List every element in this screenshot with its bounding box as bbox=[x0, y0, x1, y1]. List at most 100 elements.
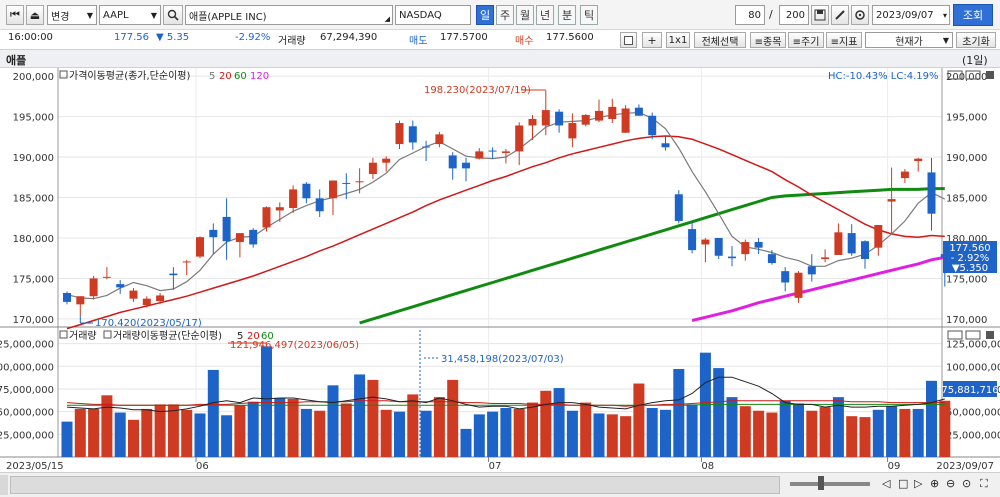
candle-body bbox=[382, 158, 391, 163]
stock-chart[interactable]: 170,000 170,000175,000 175,000180,000 180,0… bbox=[0, 68, 1000, 472]
tab-yearly[interactable]: 년 bbox=[536, 5, 554, 25]
zoom-slider-handle[interactable] bbox=[818, 476, 824, 490]
tab-tick[interactable]: 틱 bbox=[580, 5, 598, 25]
lookup-button[interactable]: 조회 bbox=[953, 4, 993, 26]
candle-body bbox=[674, 194, 683, 221]
volume-bar bbox=[912, 408, 924, 457]
chevron-down-icon: ▼ bbox=[150, 10, 157, 20]
volume-bar bbox=[580, 402, 592, 457]
tab-monthly[interactable]: 월 bbox=[516, 5, 534, 25]
stock-name-value: 애플(APPLE INC) bbox=[189, 11, 267, 23]
volume-bar bbox=[128, 419, 139, 457]
volume-bar bbox=[753, 410, 765, 457]
volume-bar bbox=[487, 411, 499, 457]
volume-bar bbox=[713, 368, 725, 457]
price-tick-right: 175,000 bbox=[946, 274, 987, 285]
tab-weekly[interactable]: 주 bbox=[496, 5, 514, 25]
mode-select[interactable]: 변경 ▼ bbox=[47, 5, 97, 25]
last-price-change: ▼5.350 bbox=[952, 263, 988, 274]
stock-name-field[interactable]: 애플(APPLE INC) ◢ bbox=[185, 5, 393, 25]
candle-body bbox=[581, 114, 590, 125]
candle-body bbox=[781, 271, 790, 283]
volume-bar bbox=[367, 379, 379, 457]
zoom-out-icon[interactable]: ⊖ bbox=[946, 477, 955, 490]
eject-icon[interactable]: ⏏ bbox=[26, 5, 44, 25]
candle-body bbox=[568, 123, 577, 139]
price-tick-left: 175,000 bbox=[13, 274, 54, 285]
zoom-slider[interactable] bbox=[790, 482, 870, 486]
volume-bar bbox=[527, 402, 538, 457]
volume-bar bbox=[846, 416, 858, 457]
search-button[interactable] bbox=[163, 5, 183, 25]
fullscreen-icon[interactable]: ⛶ bbox=[980, 477, 988, 491]
zoom-in-button[interactable]: + bbox=[642, 32, 662, 48]
volume-bar bbox=[766, 412, 778, 457]
volume-tick-left: 125,000,000 bbox=[0, 340, 54, 351]
candle-body bbox=[355, 181, 364, 183]
candle-body bbox=[501, 151, 510, 153]
price-type-select[interactable]: 현재가 ▼ bbox=[865, 32, 953, 48]
volume-bar bbox=[673, 369, 685, 457]
volume-bar bbox=[606, 414, 618, 457]
quote-time: 16:00:00 bbox=[8, 32, 53, 43]
chart-scrollbar[interactable]: ◁ □ ▷ ⊕ ⊖ ⊙ ⛶ bbox=[0, 472, 1000, 497]
next-icon[interactable]: ▷ bbox=[914, 477, 922, 490]
candle-body bbox=[342, 182, 351, 184]
x-tick-label: 2023/09/07 bbox=[936, 461, 994, 472]
candle-body bbox=[275, 207, 284, 211]
count-input[interactable]: 80 bbox=[735, 5, 765, 25]
cursor-volume-label: 31,458,198(2023/07/03) bbox=[441, 354, 564, 365]
item-menu-button[interactable]: ≡종목 bbox=[750, 32, 786, 48]
ratio-button[interactable]: 1x1 bbox=[666, 32, 690, 48]
tab-daily[interactable]: 일 bbox=[476, 5, 494, 25]
volume-tick-left: 75,000,000 bbox=[0, 385, 54, 396]
candle-body bbox=[408, 126, 417, 143]
volume-bar bbox=[141, 408, 153, 457]
volume-bar bbox=[88, 408, 100, 457]
zoom-fit-icon[interactable]: ⊙ bbox=[962, 477, 971, 490]
volume-bar bbox=[793, 403, 804, 457]
save-button[interactable] bbox=[811, 5, 829, 25]
candle-body bbox=[794, 272, 803, 298]
volume-tick-left: 100,000,000 bbox=[0, 362, 54, 373]
candle-body bbox=[462, 162, 470, 169]
candle-body bbox=[821, 257, 830, 260]
symbol-input[interactable]: AAPL ▼ bbox=[99, 5, 161, 25]
price-tick-left: 195,000 bbox=[13, 113, 54, 124]
period-menu-button[interactable]: ≡주기 bbox=[788, 32, 824, 48]
total-input[interactable]: 200 bbox=[779, 5, 809, 25]
price-type-value: 현재가 bbox=[895, 36, 923, 48]
price-tick-right: 170,000 bbox=[946, 315, 987, 326]
volume-bar bbox=[314, 410, 326, 457]
volume-bar bbox=[660, 409, 671, 457]
volume-tick-right: 50,000,000 bbox=[946, 408, 1000, 419]
date-value: 2023/09/07 bbox=[876, 9, 934, 21]
volume-bar bbox=[806, 410, 818, 457]
price-tick-left: 180,000 bbox=[13, 234, 54, 245]
scroll-left-edge[interactable] bbox=[0, 475, 8, 495]
select-all-button[interactable]: 전체선택 bbox=[694, 32, 746, 48]
zoom-in-icon[interactable]: ⊕ bbox=[930, 477, 939, 490]
indicator-menu-button[interactable]: ≡지표 bbox=[826, 32, 862, 48]
tab-minute[interactable]: 분 bbox=[558, 5, 576, 25]
settings-button[interactable] bbox=[851, 5, 869, 25]
draw-button[interactable] bbox=[831, 5, 849, 25]
volume-bar bbox=[460, 428, 472, 457]
volume-tick-left: 25,000,000 bbox=[0, 430, 54, 441]
candle-body bbox=[555, 111, 564, 126]
volume-bar bbox=[566, 410, 578, 457]
quote-price: 177.56 bbox=[114, 32, 149, 43]
candle-body bbox=[661, 143, 670, 148]
checkbox-button[interactable] bbox=[620, 32, 637, 48]
stop-icon[interactable]: □ bbox=[898, 477, 908, 490]
bid-price: 177.5600 bbox=[546, 32, 594, 43]
date-input[interactable]: 2023/09/07 ▾ bbox=[872, 5, 950, 25]
first-page-button[interactable]: ⏮ bbox=[6, 5, 24, 25]
candle-body bbox=[222, 216, 231, 242]
prev-icon[interactable]: ◁ bbox=[882, 477, 890, 490]
volume-bar bbox=[207, 369, 219, 457]
candle-body bbox=[688, 229, 697, 251]
scroll-track[interactable] bbox=[10, 476, 780, 494]
reset-button[interactable]: 초기화 bbox=[956, 32, 996, 48]
candle-body bbox=[89, 278, 98, 297]
